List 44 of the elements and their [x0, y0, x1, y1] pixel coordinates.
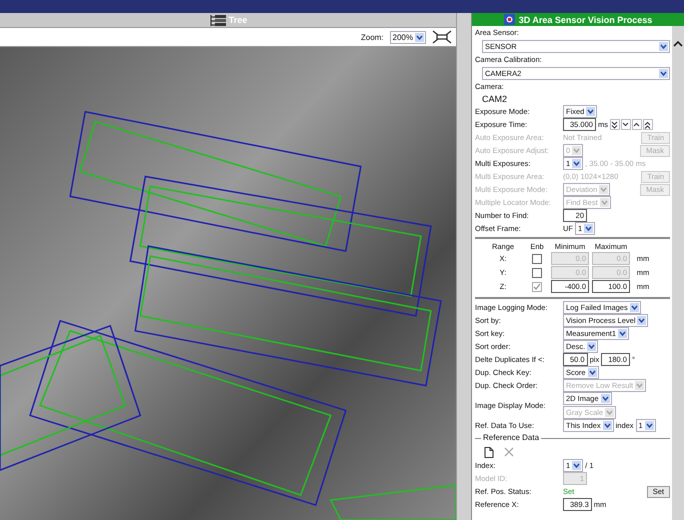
caret-icon	[599, 185, 608, 194]
checkbox[interactable]	[532, 282, 542, 292]
chevron-down-icon	[622, 122, 630, 127]
caret-icon	[588, 368, 597, 377]
caret-icon	[637, 316, 646, 325]
checkmark-icon	[533, 282, 541, 290]
checkbox[interactable]	[532, 254, 542, 264]
caret-icon	[602, 421, 612, 430]
caret-icon	[659, 69, 668, 78]
close-icon	[504, 447, 514, 457]
step-up-fast-button[interactable]	[642, 119, 653, 130]
caret-icon	[659, 42, 668, 51]
zoom-dropdown[interactable]: 200%	[390, 30, 426, 44]
caret-icon	[600, 198, 609, 207]
caret-icon	[586, 107, 596, 116]
scrollbar[interactable]	[672, 26, 684, 520]
double-chevron-down-icon	[611, 120, 618, 128]
caret-icon	[415, 32, 424, 42]
vision-process-icon	[504, 14, 515, 25]
double-chevron-up-icon	[644, 120, 652, 128]
fit-to-window-icon[interactable]	[432, 30, 452, 44]
document-icon	[484, 446, 494, 458]
chevron-up-icon	[633, 122, 640, 127]
caret-icon	[635, 381, 644, 390]
caret-icon	[584, 224, 594, 233]
value-text: CAM2	[482, 93, 508, 105]
zoom-label: Zoom:	[360, 32, 384, 42]
caret-icon	[618, 329, 628, 338]
caret-icon	[587, 342, 596, 351]
chevron-up-icon	[673, 40, 683, 47]
panel-title: 3D Area Sensor Vision Process	[518, 14, 652, 24]
step-down-button[interactable]	[620, 119, 631, 130]
caret-icon	[572, 461, 582, 470]
step-up-button[interactable]	[632, 119, 642, 130]
caret-icon	[572, 146, 582, 155]
checkbox[interactable]	[532, 268, 542, 278]
caret-icon	[644, 421, 654, 430]
caret-icon	[600, 394, 610, 403]
caret-icon	[605, 408, 614, 417]
group-legend: Reference Data	[481, 433, 542, 442]
caret-icon	[630, 303, 639, 312]
tree-icon	[208, 14, 227, 26]
caret-icon	[572, 159, 582, 168]
step-down-fast-button[interactable]	[610, 119, 620, 130]
